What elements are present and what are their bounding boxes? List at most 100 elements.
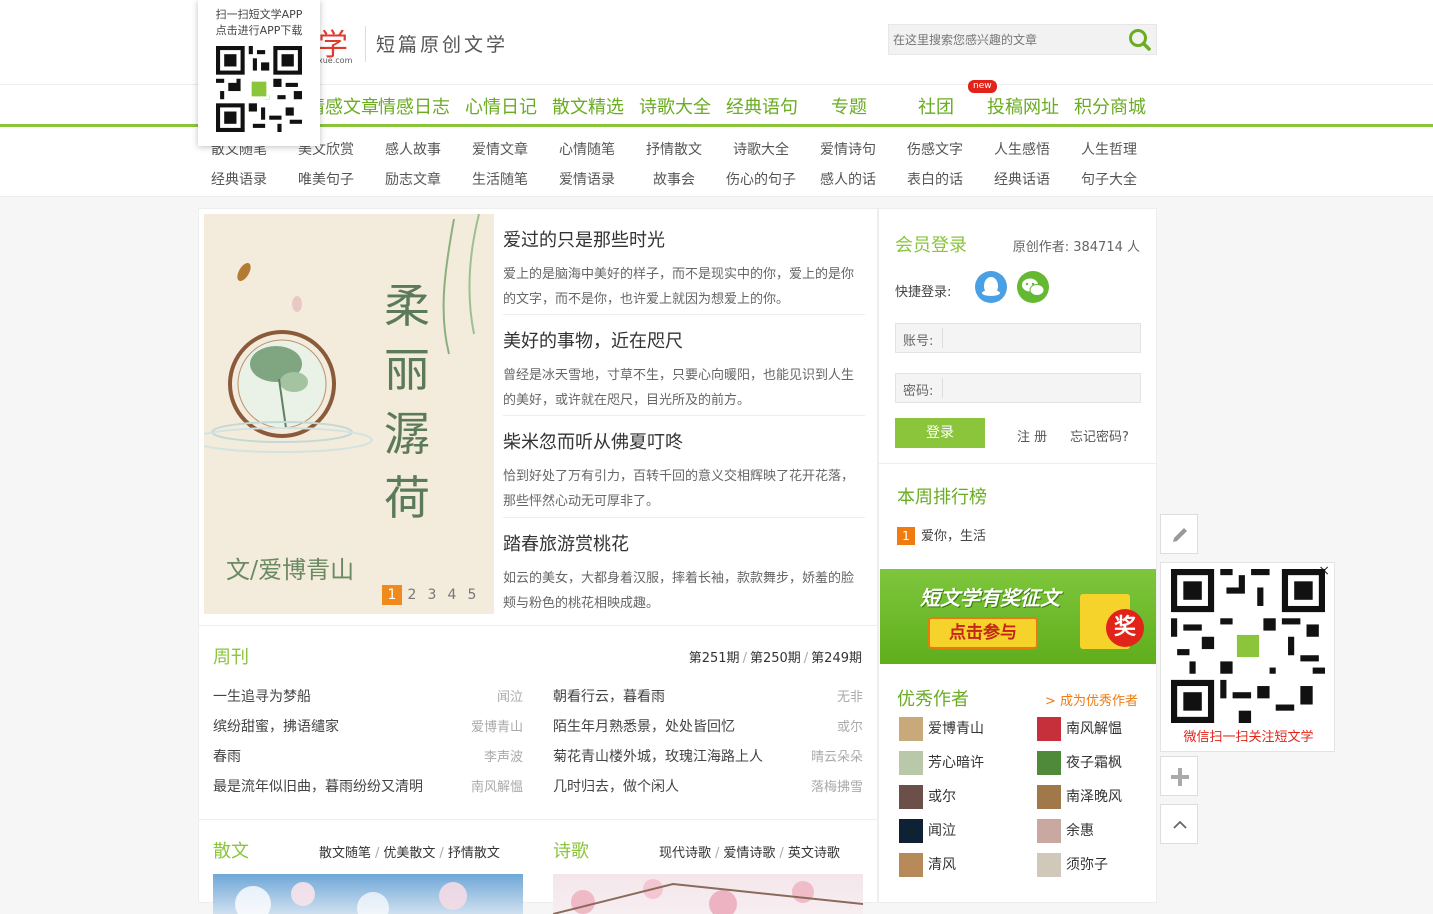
author-item[interactable]: 爱博青山 <box>899 717 984 741</box>
subnav-item[interactable]: 感人故事 <box>385 139 441 159</box>
register-link[interactable]: 注 册 <box>1017 426 1047 445</box>
article-summary: 爱上的是脑海中美好的样子，而不是现实中的你，爱上的是你的文字，而不是你，也许爱上… <box>503 267 855 307</box>
prose-thumbnail[interactable] <box>213 874 523 914</box>
nav-item-emotion-diary[interactable]: 情感日志 <box>378 93 450 119</box>
poetry-thumbnail[interactable] <box>553 874 863 914</box>
subnav-item[interactable]: 经典话语 <box>994 169 1050 189</box>
weekly-author[interactable]: 闻泣 <box>497 686 523 705</box>
article-summary: 曾经是冰天雪地，寸草不生，只要心向暖阳，也能见识到人生的美好，或许就在咫尺，目光… <box>503 368 855 408</box>
author-item[interactable]: 南风解愠 <box>1037 717 1122 741</box>
wechat-login-icon[interactable] <box>1017 271 1049 303</box>
weekly-author[interactable]: 或尔 <box>837 716 863 735</box>
subnav-item[interactable]: 心情随笔 <box>559 139 615 159</box>
article-title[interactable]: 美好的事物，近在咫尺 <box>503 331 683 352</box>
subnav-item[interactable]: 爱情诗句 <box>820 139 876 159</box>
banner-page-3[interactable]: 3 <box>422 585 442 605</box>
subnav-item[interactable]: 句子大全 <box>1081 169 1137 189</box>
subnav-item[interactable]: 故事会 <box>653 169 695 189</box>
banner-page-5[interactable]: 5 <box>462 585 482 605</box>
author-item[interactable]: 清风 <box>899 853 956 877</box>
subnav-item[interactable]: 人生哲理 <box>1081 139 1137 159</box>
nav-item-mall[interactable]: 积分商城 <box>1074 93 1146 119</box>
subnav-item[interactable]: 诗歌大全 <box>733 139 789 159</box>
password-input[interactable] <box>942 378 1136 398</box>
subnav-item[interactable]: 经典语录 <box>211 169 267 189</box>
avatar <box>899 751 923 775</box>
weekly-article[interactable]: 陌生年月熟悉景，处处皆回忆 <box>553 716 735 736</box>
subnav-item[interactable]: 生活随笔 <box>472 169 528 189</box>
weekly-article[interactable]: 菊花青山楼外城，玫瑰江海路上人 <box>553 746 763 766</box>
author-item[interactable]: 芳心暗许 <box>899 751 984 775</box>
weekly-article[interactable]: 几时归去，做个闲人 <box>553 776 679 796</box>
author-name: 南风解愠 <box>1066 721 1122 737</box>
qq-login-icon[interactable] <box>975 271 1007 303</box>
weekly-article[interactable]: 缤纷甜蜜，拂语缱家 <box>213 716 339 736</box>
author-item[interactable]: 南泽晚风 <box>1037 785 1122 809</box>
rank-title: 爱你，生活 <box>921 529 987 544</box>
author-item[interactable]: 夜子霜枫 <box>1037 751 1122 775</box>
weekly-author[interactable]: 李声波 <box>484 746 523 765</box>
nav-item-clubs[interactable]: 社团 <box>918 93 954 119</box>
poetry-link[interactable]: 英文诗歌 <box>788 846 840 861</box>
banner-page-2[interactable]: 2 <box>402 585 422 605</box>
article-item: 爱过的只是那些时光 爱上的是脑海中美好的样子，而不是现实中的你，爱上的是你的文字… <box>503 226 863 312</box>
weekly-article[interactable]: 一生追寻为梦船 <box>213 686 311 706</box>
issue-link[interactable]: 第250期 <box>750 651 801 666</box>
weekly-author[interactable]: 晴云朵朵 <box>811 746 863 765</box>
prose-link[interactable]: 优美散文 <box>383 846 435 861</box>
article-title[interactable]: 爱过的只是那些时光 <box>503 230 665 251</box>
nav-item-submit[interactable]: 投稿网址 <box>987 93 1059 119</box>
subnav-item[interactable]: 伤感文字 <box>907 139 963 159</box>
poetry-link[interactable]: 爱情诗歌 <box>723 846 775 861</box>
nav-item-prose[interactable]: 散文精选 <box>552 93 624 119</box>
weekly-author[interactable]: 爱博青山 <box>471 716 523 735</box>
weekly-article[interactable]: 春雨 <box>213 746 241 766</box>
featured-banner[interactable]: 柔丽潺荷 文/爱博青山 1 2 3 4 5 <box>204 214 494 614</box>
write-button[interactable] <box>1160 514 1198 554</box>
app-qr-code[interactable] <box>216 46 302 132</box>
weekly-author[interactable]: 南风解愠 <box>471 776 523 795</box>
subnav-item[interactable]: 感人的话 <box>820 169 876 189</box>
issue-link[interactable]: 第249期 <box>811 651 862 666</box>
nav-item-topics[interactable]: 专题 <box>831 93 867 119</box>
search-icon[interactable] <box>1126 27 1154 53</box>
author-item[interactable]: 须弥子 <box>1037 853 1108 877</box>
subnav-item[interactable]: 唯美句子 <box>298 169 354 189</box>
poetry-link[interactable]: 现代诗歌 <box>659 846 711 861</box>
nav-item-poetry[interactable]: 诗歌大全 <box>639 93 711 119</box>
subnav-item[interactable]: 爱情语录 <box>559 169 615 189</box>
forgot-password-link[interactable]: 忘记密码? <box>1070 426 1129 445</box>
plus-icon <box>1171 768 1189 786</box>
weekly-author[interactable]: 无非 <box>837 686 863 705</box>
subnav-item[interactable]: 伤心的句子 <box>726 169 796 189</box>
prose-link[interactable]: 散文随笔 <box>319 846 371 861</box>
subnav-item[interactable]: 抒情散文 <box>646 139 702 159</box>
nav-item-quotes[interactable]: 经典语句 <box>726 93 798 119</box>
search-input[interactable] <box>893 29 1121 51</box>
subnav-item[interactable]: 人生感悟 <box>994 139 1050 159</box>
contest-promo-banner[interactable]: 短文学有奖征文 点击参与 奖 <box>880 569 1156 664</box>
nav-item-mood-diary[interactable]: 心情日记 <box>465 93 537 119</box>
article-title[interactable]: 踏春旅游赏桃花 <box>503 534 629 555</box>
subnav-item[interactable]: 爱情文章 <box>472 139 528 159</box>
weekly-author[interactable]: 落梅拂雪 <box>811 776 863 795</box>
author-item[interactable]: 闻泣 <box>899 819 956 843</box>
subnav-item[interactable]: 表白的话 <box>907 169 963 189</box>
add-button[interactable] <box>1160 756 1198 796</box>
account-input[interactable] <box>942 328 1136 348</box>
author-item[interactable]: 或尔 <box>899 785 956 809</box>
subnav-item[interactable]: 励志文章 <box>385 169 441 189</box>
banner-page-1[interactable]: 1 <box>382 585 402 605</box>
weekly-article[interactable]: 最是流年似旧曲，暮雨纷纷又清明 <box>213 776 423 796</box>
ranking-item[interactable]: 1 爱你，生活 <box>897 525 986 545</box>
author-item[interactable]: 余惠 <box>1037 819 1094 843</box>
issue-link[interactable]: 第251期 <box>689 651 740 666</box>
become-author-link[interactable]: > 成为优秀作者 <box>1045 690 1138 709</box>
weekly-article[interactable]: 朝看行云，暮看雨 <box>553 686 665 706</box>
banner-page-4[interactable]: 4 <box>442 585 462 605</box>
login-button[interactable]: 登录 <box>895 418 985 448</box>
wechat-qr-code <box>1171 569 1325 723</box>
article-title[interactable]: 柴米忽而听从佛夏叮咚 <box>503 432 683 453</box>
prose-link[interactable]: 抒情散文 <box>448 846 500 861</box>
back-to-top-button[interactable] <box>1160 804 1198 844</box>
